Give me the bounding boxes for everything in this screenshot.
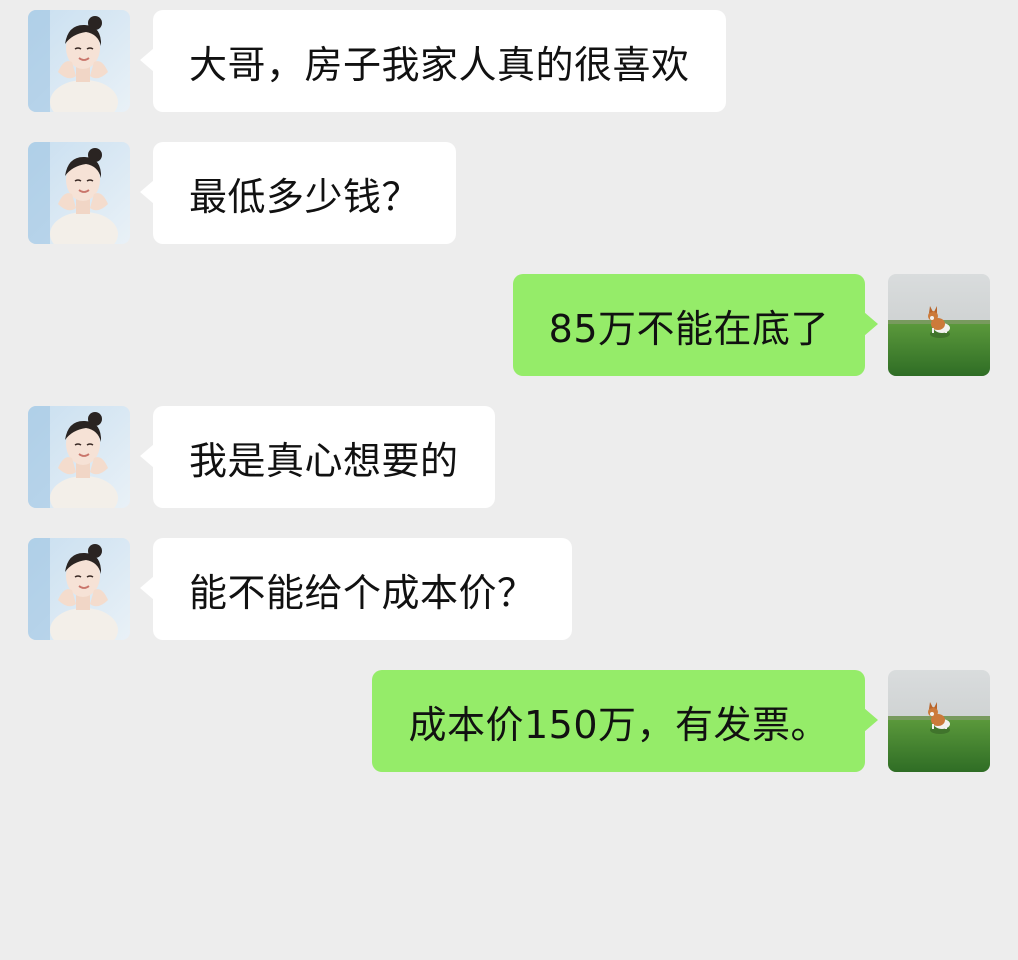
bubble-tail (140, 48, 154, 72)
outgoing-message-bubble[interactable]: 成本价150万，有发票。 (372, 670, 878, 772)
message-text: 最低多少钱？ (189, 174, 421, 219)
self-avatar-icon[interactable] (888, 274, 990, 376)
message-text: 大哥，房子我家人真的很喜欢 (189, 42, 690, 87)
incoming-message-bubble[interactable]: 我是真心想要的 (140, 406, 495, 508)
contact-avatar-icon[interactable] (28, 10, 130, 112)
incoming-message-bubble[interactable]: 最低多少钱？ (140, 142, 457, 244)
incoming-message-bubble[interactable]: 大哥，房子我家人真的很喜欢 (140, 10, 726, 112)
contact-avatar-icon[interactable] (28, 406, 130, 508)
message-text: 我是真心想要的 (189, 438, 459, 483)
self-avatar-icon[interactable] (888, 670, 990, 772)
outgoing-message-bubble[interactable]: 85万不能在底了 (512, 274, 878, 376)
message-text: 能不能给个成本价？ (189, 570, 536, 615)
chat-message-list[interactable]: 大哥，房子我家人真的很喜欢 最低多少钱？ 85万不能在底了 我是真心想要的 能不… (0, 0, 1018, 960)
bubble-tail (140, 576, 154, 600)
bubble-tail (864, 708, 878, 732)
message-text: 成本价150万，有发票。 (408, 702, 829, 747)
bubble-tail (864, 312, 878, 336)
incoming-message-bubble[interactable]: 能不能给个成本价？ (140, 538, 572, 640)
bubble-tail (140, 444, 154, 468)
bubble-tail (140, 180, 154, 204)
message-text: 85万不能在底了 (548, 306, 829, 351)
contact-avatar-icon[interactable] (28, 538, 130, 640)
contact-avatar-icon[interactable] (28, 142, 130, 244)
